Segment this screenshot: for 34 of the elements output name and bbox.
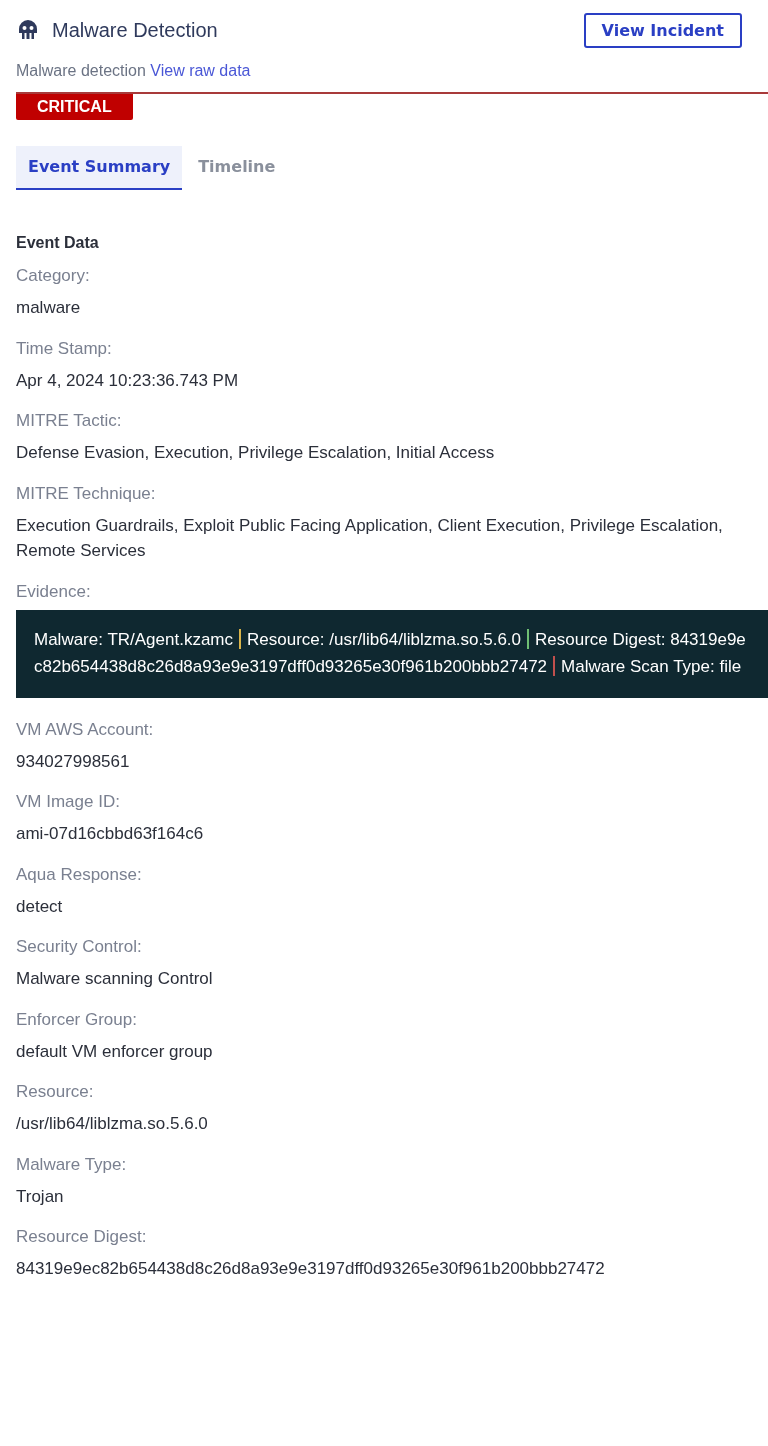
field-label: Category:: [16, 266, 91, 286]
subtitle: Malware detection View raw data: [16, 62, 252, 80]
field-label: Enforcer Group:: [16, 1009, 138, 1030]
field-value: Defense Evasion, Execution, Privilege Escalation, Initial Access: [16, 442, 496, 464]
field-label: Evidence:: [16, 581, 92, 602]
field-label: VM AWS Account:: [16, 719, 155, 740]
field-value: malware: [16, 297, 82, 319]
section-title: Event Data: [16, 234, 100, 252]
field-value: default VM enforcer group: [16, 1040, 214, 1063]
field-label: Malware Type:: [16, 1154, 128, 1175]
field-value: detect: [16, 895, 64, 918]
field-value: 934027998561: [16, 750, 131, 773]
field-label: Resource Digest:: [16, 1227, 148, 1247]
field-value: Trojan: [16, 1185, 65, 1208]
evidence-text: Malware: TR/Agent.kzamc Resource: /usr/lib64/liblzma.so.5.6.0 Resource Digest: 84319e9ec82b654438d8c26d8a93e9e3197dff0d93265e30f961b200bbb27472 Malware Scan Type: file: [34, 627, 747, 678]
field-value: Apr 4, 2024 10:23:36.743 PM: [16, 369, 240, 392]
field-value: Malware scanning Control: [16, 968, 214, 990]
ghost-icon: [16, 18, 40, 42]
tab[interactable]: Event Summary: [16, 146, 183, 190]
field-label: MITRE Tactic:: [16, 411, 123, 431]
severity-badge: CRITICAL: [16, 94, 133, 120]
page-title: Malware Detection: [52, 18, 218, 42]
field-value: ami-07d16cbbd63f164c6: [16, 823, 205, 845]
field-value: 84319e9ec82b654438d8c26d8a93e9e3197dff0d93265e30f961b200bbb27472: [16, 1258, 606, 1280]
field-label: MITRE Technique:: [16, 483, 157, 504]
field-value: /usr/lib64/liblzma.so.5.6.0: [16, 1113, 209, 1135]
view-incident-button[interactable]: View Incident: [583, 12, 742, 48]
field-label: VM Image ID:: [16, 792, 121, 812]
field-label: Resource:: [16, 1082, 95, 1102]
view-raw-data-link[interactable]: View raw data: [150, 62, 251, 79]
field-label: Aqua Response:: [16, 864, 143, 885]
field-value: Execution Guardrails, Exploit Public Facing Application, Client Execution, Privilege Escalation, Remote Services: [16, 514, 724, 562]
field-label: Time Stamp:: [16, 338, 113, 359]
field-label: Security Control:: [16, 937, 143, 957]
